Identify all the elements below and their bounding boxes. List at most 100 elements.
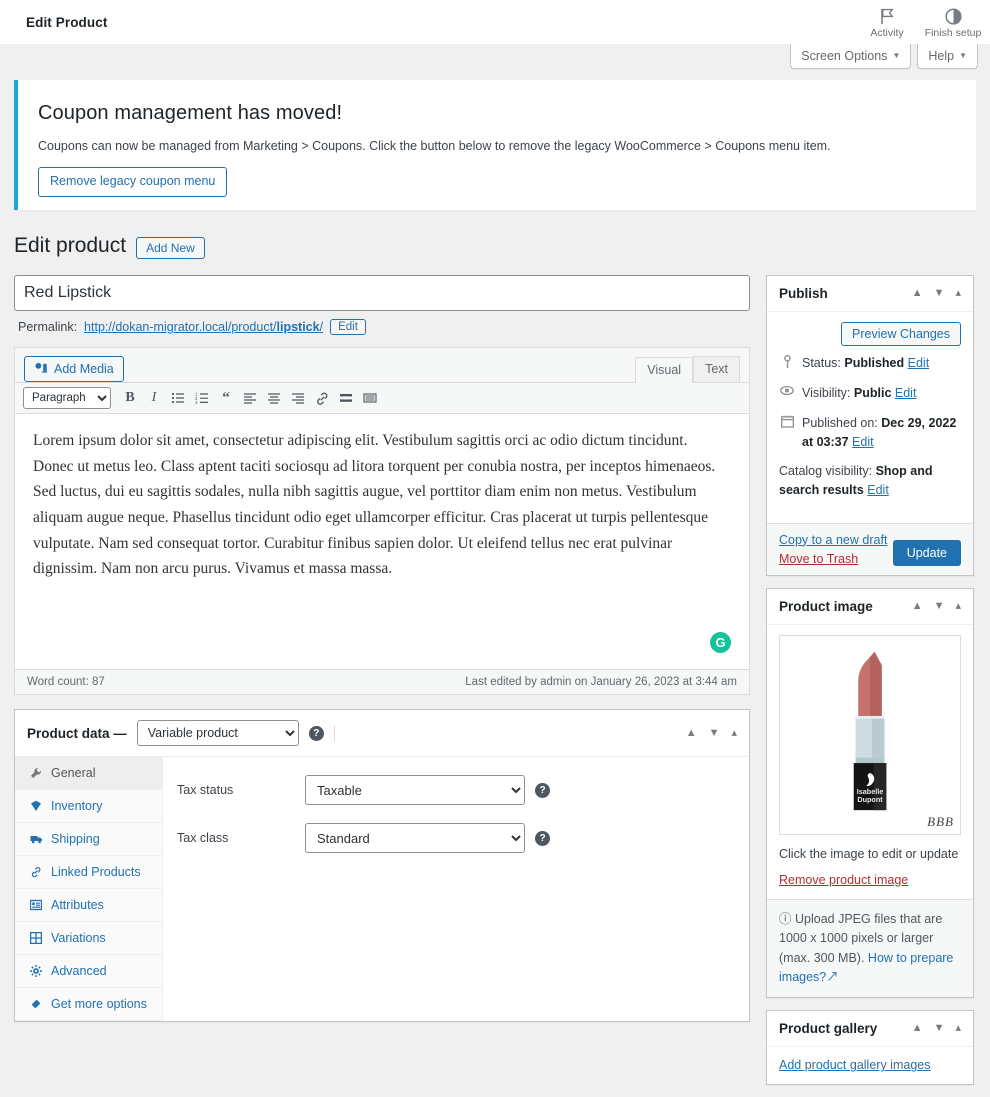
editor-content-area[interactable]: Lorem ipsum dolor sit amet, consectetur … (15, 414, 749, 670)
tax-class-row: Tax class Standard ? (177, 823, 735, 854)
status-row: Status: Published Edit (779, 354, 961, 373)
activity-button[interactable]: Activity (854, 5, 920, 40)
published-label: Published on: (802, 415, 878, 430)
tab-attributes[interactable]: Attributes (15, 889, 162, 923)
tax-status-select[interactable]: Taxable (305, 775, 525, 806)
screen-meta-links: Screen Options ▼ Help ▼ (790, 44, 990, 69)
remove-legacy-coupon-menu-button[interactable]: Remove legacy coupon menu (38, 167, 228, 197)
tab-attributes-label: Attributes (51, 898, 104, 913)
screen-options-label: Screen Options (801, 49, 888, 63)
visibility-edit-link[interactable]: Edit (895, 386, 917, 400)
tab-text[interactable]: Text (693, 356, 740, 383)
tab-visual[interactable]: Visual (635, 357, 694, 384)
preview-row: Preview Changes (779, 322, 961, 347)
toolbar-toggle-icon[interactable] (359, 387, 381, 409)
move-up-icon[interactable]: ▲ (912, 600, 923, 612)
grammarly-icon[interactable]: G (710, 632, 731, 654)
toggle-panel-icon[interactable]: ▴ (955, 600, 961, 612)
publish-body: Preview Changes Status: Published Edit V… (767, 312, 973, 523)
activity-label: Activity (870, 26, 904, 39)
word-count: Word count: 87 (27, 676, 105, 689)
publish-footer-links: Copy to a new draft Move to Trash (779, 533, 887, 566)
catalog-edit-link[interactable]: Edit (867, 483, 889, 497)
lipstick-illustration: Isabelle Dupont (853, 651, 887, 810)
status-value: Published (844, 356, 905, 371)
list-view-icon (29, 899, 43, 911)
remove-product-image-link[interactable]: Remove product image (779, 873, 961, 887)
tab-inventory[interactable]: Inventory (15, 790, 162, 824)
published-on-text: Published on: Dec 29, 2022 at 03:37 Edit (802, 414, 961, 452)
help-tip-icon[interactable]: ? (308, 725, 324, 741)
italic-icon[interactable]: I (143, 387, 165, 409)
add-media-button[interactable]: Add Media (24, 356, 124, 383)
screen-meta-bar: Screen Options ▼ Help ▼ (0, 44, 990, 74)
bold-icon[interactable]: B (119, 387, 141, 409)
copy-to-new-draft-link[interactable]: Copy to a new draft (779, 533, 887, 547)
product-data-header: Product data — Variable product ? ▲ ▼ ▴ (15, 710, 749, 758)
paragraph-format-select[interactable]: Paragraph (23, 387, 111, 410)
bulleted-list-icon[interactable] (167, 387, 189, 409)
numbered-list-icon[interactable]: 123 (191, 387, 213, 409)
insert-link-icon[interactable] (311, 387, 333, 409)
product-data-controls: ▲ ▼ ▴ (686, 727, 737, 739)
move-to-trash-link[interactable]: Move to Trash (779, 552, 887, 566)
permalink-edit-button[interactable]: Edit (330, 319, 366, 336)
align-left-icon[interactable] (239, 387, 261, 409)
product-image-body: Isabelle Dupont BBB Click the image to e… (767, 625, 973, 899)
svg-text:3: 3 (195, 400, 198, 405)
product-image-thumbnail[interactable]: Isabelle Dupont BBB (779, 634, 961, 835)
tab-advanced[interactable]: Advanced (15, 955, 162, 989)
product-gallery-body: Add product gallery images (767, 1047, 973, 1084)
plug-icon (29, 998, 43, 1010)
move-up-icon[interactable]: ▲ (686, 727, 697, 739)
page-header: Edit product Add New (14, 210, 976, 275)
move-down-icon[interactable]: ▼ (934, 600, 945, 612)
move-down-icon[interactable]: ▼ (934, 1023, 945, 1034)
status-edit-link[interactable]: Edit (908, 356, 930, 370)
visibility-label: Visibility: (802, 386, 851, 401)
finish-setup-button[interactable]: Finish setup (920, 5, 986, 40)
blockquote-icon[interactable]: “ (215, 387, 237, 409)
product-image-caption: Click the image to edit or update (779, 846, 959, 861)
admin-bar-actions: Activity Finish setup (854, 5, 990, 40)
screen-options-button[interactable]: Screen Options ▼ (790, 44, 912, 69)
content-editor: Add Media Visual Text Paragraph B I 1 2 … (14, 347, 750, 696)
tab-get-more-options[interactable]: Get more options (15, 988, 162, 1022)
flag-icon (880, 8, 895, 26)
move-down-icon[interactable]: ▼ (934, 288, 945, 299)
add-product-gallery-images-link[interactable]: Add product gallery images (779, 1058, 930, 1072)
permalink-link[interactable]: http://dokan-migrator.local/product/lips… (84, 320, 323, 334)
update-button[interactable]: Update (892, 539, 961, 566)
divider (333, 725, 335, 742)
tax-class-select[interactable]: Standard (305, 823, 525, 854)
help-label: Help (928, 49, 955, 63)
help-button[interactable]: Help ▼ (917, 44, 978, 69)
preview-changes-button[interactable]: Preview Changes (841, 322, 961, 347)
tab-general[interactable]: General (15, 757, 162, 791)
editor-paragraph: Lorem ipsum dolor sit amet, consectetur … (33, 432, 716, 578)
move-down-icon[interactable]: ▼ (709, 727, 720, 739)
read-more-icon[interactable] (335, 387, 357, 409)
published-edit-link[interactable]: Edit (852, 435, 874, 449)
help-tip-icon[interactable]: ? (535, 830, 550, 846)
product-image-header: Product image ▲ ▼ ▴ (767, 589, 973, 625)
move-up-icon[interactable]: ▲ (912, 288, 923, 299)
add-new-button[interactable]: Add New (136, 236, 205, 259)
notice-heading: Coupon management has moved! (38, 102, 343, 124)
align-center-icon[interactable] (263, 387, 285, 409)
last-edited: Last edited by admin on January 26, 2023… (465, 676, 737, 689)
visibility-row: Visibility: Public Edit (779, 384, 961, 403)
tab-linked-products[interactable]: Linked Products (15, 856, 162, 890)
product-title-input[interactable] (14, 275, 750, 312)
tab-variations[interactable]: Variations (15, 922, 162, 956)
tab-shipping[interactable]: Shipping (15, 823, 162, 857)
toggle-panel-icon[interactable]: ▴ (731, 727, 737, 739)
help-tip-icon[interactable]: ? (535, 782, 550, 798)
main-column: Permalink: http://dokan-migrator.local/p… (14, 275, 750, 1023)
product-type-select[interactable]: Variable product (136, 720, 299, 747)
tax-status-row: Tax status Taxable ? (177, 775, 735, 806)
align-right-icon[interactable] (287, 387, 309, 409)
toggle-panel-icon[interactable]: ▴ (955, 288, 961, 299)
move-up-icon[interactable]: ▲ (912, 1023, 923, 1034)
toggle-panel-icon[interactable]: ▴ (955, 1023, 961, 1034)
